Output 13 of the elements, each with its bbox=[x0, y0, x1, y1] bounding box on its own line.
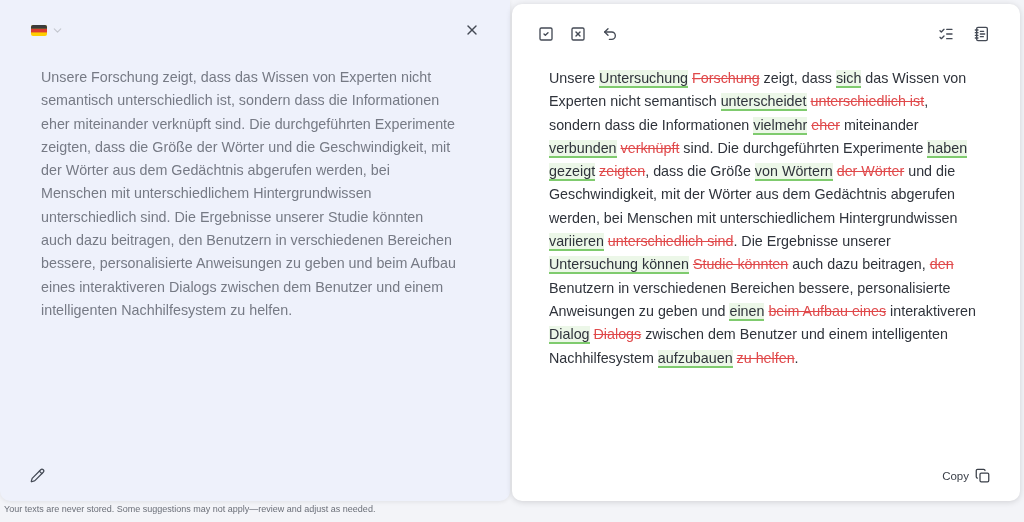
checklist-button[interactable] bbox=[938, 26, 954, 42]
copy-icon bbox=[975, 468, 990, 483]
flag-icon bbox=[31, 24, 47, 36]
edit-button[interactable] bbox=[30, 468, 45, 483]
footer-note: Your texts are never stored. Some suggestions may not apply—review and adjust as needed. bbox=[3, 503, 377, 514]
source-text: Unsere Forschung zeigt, dass das Wissen von Experten nicht semantisch unterschiedlich ist, sondern dass die Informationen eher miteinander verknüpft sind. Die durchgeführten Experimente zeigten, dass die Größe der Wörter und die Geschwindigkeit, mit der Wörter aus dem Gedächtnis abgerufen werden, bei Menschen mit unterschiedlichem Hintergrundwissen unterschiedlich sind. Die Ergebnisse unserer Studie könnten auch dazu beitragen, den Benutzern in verschiedenen Bereichen bessere, personalisierte Anweisungen zu geben und beim Aufbau eines interaktiveren Dialogs zwischen dem Benutzer und einem intelligenten Nachhilfesystem zu helfen. bbox=[41, 68, 457, 320]
language-selector[interactable] bbox=[31, 23, 64, 37]
corrected-text: Unsere Untersuchung Forschung zeigt, dass sich das Wissen von Experten nicht semantisch unterscheidet unterschiedlich ist, sondern dass die Informationen vielmehr eher miteinander verbunden verknüpft sind. Die durchgeführten Experimente haben gezeigt zeigten, dass die Größe von Wörtern der Wörter und die Geschwindigkeit, mit der Wörter aus dem Gedächtnis abgerufen werden, bei Menschen mit unterschiedlichem Hintergrundwissen variieren unterschiedlich sind. Die Ergebnisse unserer Untersuchung können Studie könnten auch dazu beitragen, den Benutzern in verschiedenen Bereichen bessere, personalisierte Anweisungen zu geben und einen beim Aufbau eines interaktiveren Dialog Dialogs zwischen dem Benutzer und einem intelligenten Nachhilfesystem aufzubauen zu helfen. bbox=[549, 69, 977, 370]
undo-button[interactable] bbox=[602, 26, 618, 42]
notes-button[interactable] bbox=[974, 26, 990, 42]
accept-all-button[interactable] bbox=[538, 26, 554, 42]
copy-button[interactable]: Copy bbox=[942, 468, 990, 483]
reject-all-button[interactable] bbox=[570, 26, 586, 42]
